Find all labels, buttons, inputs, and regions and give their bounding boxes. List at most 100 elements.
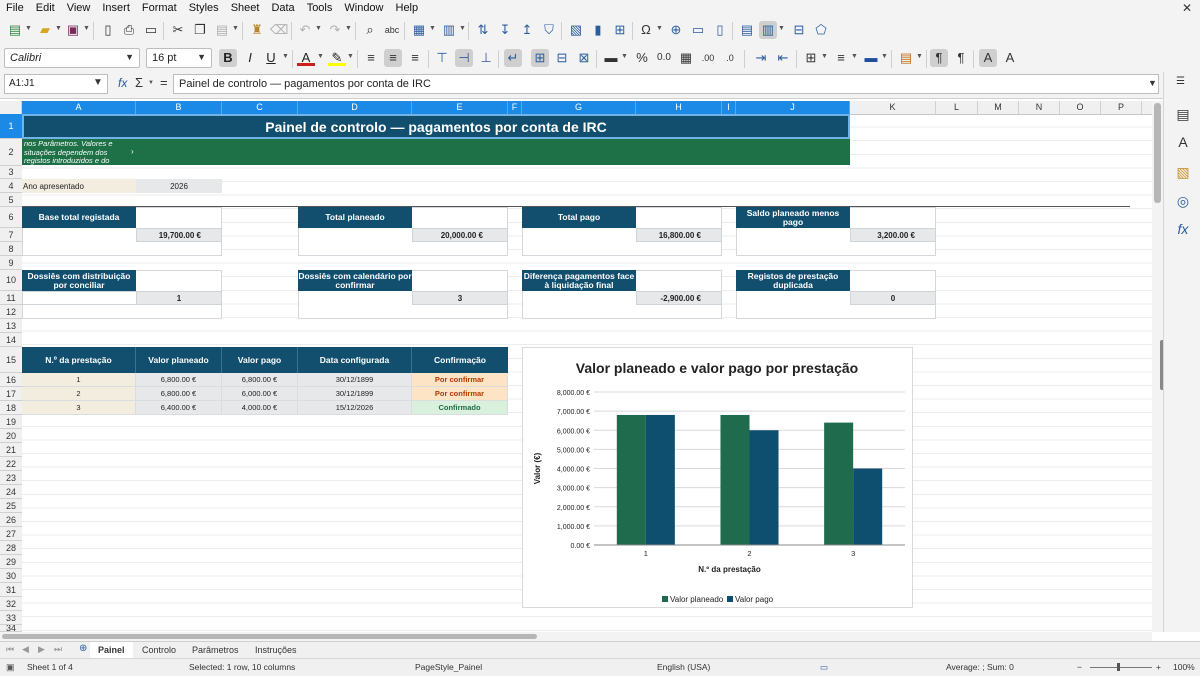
copy-icon[interactable]: ❐ <box>191 21 209 39</box>
special-character-dropdown-icon[interactable]: ▼ <box>656 25 663 32</box>
export-pdf-icon[interactable]: ▯ <box>99 21 117 39</box>
kpi-value-total-planned[interactable]: 20,000.00 € <box>412 228 508 242</box>
sheet-tab-parametros[interactable]: Parâmetros <box>184 642 247 658</box>
border-color-dropdown-icon[interactable]: ▼ <box>881 53 888 60</box>
insert-chart-icon[interactable]: ▮ <box>589 21 607 39</box>
autofilter-icon[interactable]: ⛉ <box>540 21 558 39</box>
row-header[interactable]: 13 <box>0 319 22 333</box>
row-header[interactable]: 17 <box>0 387 22 401</box>
column-header-e[interactable]: E <box>412 101 508 114</box>
table-cell[interactable]: 3 <box>22 401 136 415</box>
row-header[interactable]: 33 <box>0 611 22 625</box>
row-header[interactable]: 4 <box>0 179 22 193</box>
column-header-l[interactable]: L <box>936 101 978 114</box>
menu-tools[interactable]: Tools <box>301 0 339 17</box>
spreadsheet-grid[interactable]: Painel de controlo — pagamentos por cont… <box>22 114 1152 632</box>
border-style-dropdown-icon[interactable]: ▼ <box>851 53 858 60</box>
insert-image-icon[interactable]: ▧ <box>567 21 585 39</box>
align-center-icon[interactable]: ≡ <box>384 49 402 67</box>
table-cell[interactable]: 6,800.00 € <box>222 373 298 387</box>
zoom-out-icon[interactable]: − <box>1077 662 1082 672</box>
next-sheet-icon[interactable]: ▶ <box>38 644 45 655</box>
menu-edit[interactable]: Edit <box>30 0 61 17</box>
table-cell[interactable]: 30/12/1899 <box>298 373 412 387</box>
print-preview-icon[interactable]: ▭ <box>142 21 160 39</box>
row-header[interactable]: 34 <box>0 625 22 632</box>
save-dropdown-icon[interactable]: ▼ <box>83 25 90 32</box>
horizontal-scrollbar[interactable] <box>0 632 1152 641</box>
menu-window[interactable]: Window <box>338 0 389 17</box>
column-header-b[interactable]: B <box>136 101 222 114</box>
vertical-scrollbar-thumb[interactable] <box>1154 103 1161 203</box>
row-header[interactable]: 1 <box>0 114 22 139</box>
table-cell[interactable]: 6,800.00 € <box>136 387 222 401</box>
font-size-combo[interactable]: 16 pt ▼ <box>146 48 212 68</box>
column-header-a[interactable]: A <box>22 101 136 114</box>
cut-icon[interactable]: ✂ <box>169 21 187 39</box>
table-cell[interactable]: 30/12/1899 <box>298 387 412 401</box>
row-header[interactable]: 5 <box>0 193 22 207</box>
special-character-icon[interactable]: Ω <box>637 21 655 39</box>
print-icon[interactable]: ⎙ <box>120 21 138 39</box>
page-style[interactable]: PageStyle_Painel <box>415 662 482 672</box>
row-header[interactable]: 9 <box>0 256 22 270</box>
kpi-value-balance[interactable]: 3,200.00 € <box>850 228 936 242</box>
text-orientation-icon[interactable]: A <box>979 49 997 67</box>
row-header[interactable]: 10 <box>0 270 22 291</box>
delete-decimal-icon[interactable]: .0 <box>721 49 739 67</box>
row-header[interactable]: 8 <box>0 242 22 256</box>
column-icon[interactable]: ▥ <box>440 21 458 39</box>
row-dropdown-icon[interactable]: ▼ <box>429 25 436 32</box>
row-header[interactable]: 22 <box>0 457 22 471</box>
formula-summary[interactable]: Average: ; Sum: 0 <box>946 662 1014 672</box>
table-cell[interactable]: 4,000.00 € <box>222 401 298 415</box>
row-header[interactable]: 20 <box>0 429 22 443</box>
align-middle-icon[interactable]: ⊣ <box>455 49 473 67</box>
row-header[interactable]: 25 <box>0 499 22 513</box>
freeze-rows-columns-icon[interactable]: ▥ <box>759 21 777 39</box>
zoom-slider[interactable] <box>1090 667 1152 668</box>
column-header-k[interactable]: K <box>850 101 936 114</box>
sum-dropdown-icon[interactable]: ▼ <box>148 80 154 86</box>
document-modified-icon[interactable]: ▣ <box>6 662 15 673</box>
redo-dropdown-icon[interactable]: ▼ <box>345 25 352 32</box>
save-icon[interactable]: ▣ <box>64 21 82 39</box>
conditional-format-icon[interactable]: ▤ <box>897 49 915 67</box>
row-header[interactable]: 18 <box>0 401 22 415</box>
sort-icon[interactable]: ⇅ <box>474 21 492 39</box>
merge-center-icon[interactable]: ⊞ <box>531 49 549 67</box>
table-cell[interactable]: 1 <box>22 373 136 387</box>
column-header-j[interactable]: J <box>736 101 850 114</box>
font-size-dropdown-icon[interactable]: ▼ <box>197 52 206 62</box>
row-header[interactable]: 29 <box>0 555 22 569</box>
row-header[interactable]: 27 <box>0 527 22 541</box>
clone-formatting-icon[interactable]: ♜ <box>248 21 266 39</box>
kpi-value-duplicates[interactable]: 0 <box>850 291 936 305</box>
italic-icon[interactable]: I <box>241 49 259 67</box>
formula-input[interactable]: Painel de controlo — pagamentos por cont… <box>173 74 1159 94</box>
kpi-value-calendar[interactable]: 3 <box>412 291 508 305</box>
currency-dropdown-icon[interactable]: ▼ <box>621 53 628 60</box>
row-header[interactable]: 12 <box>0 305 22 319</box>
headers-footers-icon[interactable]: ▯ <box>711 21 729 39</box>
formula-equals-icon[interactable]: = <box>160 75 168 90</box>
horizontal-scrollbar-thumb[interactable] <box>2 634 537 639</box>
expand-formula-icon[interactable]: ▼ <box>1148 78 1157 88</box>
row-header[interactable]: 11 <box>0 291 22 305</box>
column-header-h[interactable]: H <box>636 101 722 114</box>
merge-cells-icon[interactable]: ⊟ <box>553 49 571 67</box>
zoom-slider-thumb[interactable] <box>1117 663 1120 671</box>
sheet-tab-instrucoes[interactable]: Instruções <box>247 642 305 658</box>
new-document-icon[interactable]: ▤ <box>6 21 24 39</box>
column-header-n[interactable]: N <box>1019 101 1060 114</box>
column-header-m[interactable]: M <box>978 101 1019 114</box>
name-box[interactable]: A1:J1 ▼ <box>4 74 108 94</box>
row-header[interactable]: 3 <box>0 166 22 179</box>
paste-icon[interactable]: ▤ <box>213 21 231 39</box>
last-sheet-icon[interactable]: ⏭ <box>54 644 62 655</box>
sum-icon[interactable]: Σ <box>135 75 143 90</box>
kpi-value-base-total[interactable]: 19,700.00 € <box>136 228 222 242</box>
column-header-o[interactable]: O <box>1060 101 1101 114</box>
kpi-value-total-paid[interactable]: 16,800.00 € <box>636 228 722 242</box>
status-badge[interactable]: Confirmado <box>412 401 508 415</box>
